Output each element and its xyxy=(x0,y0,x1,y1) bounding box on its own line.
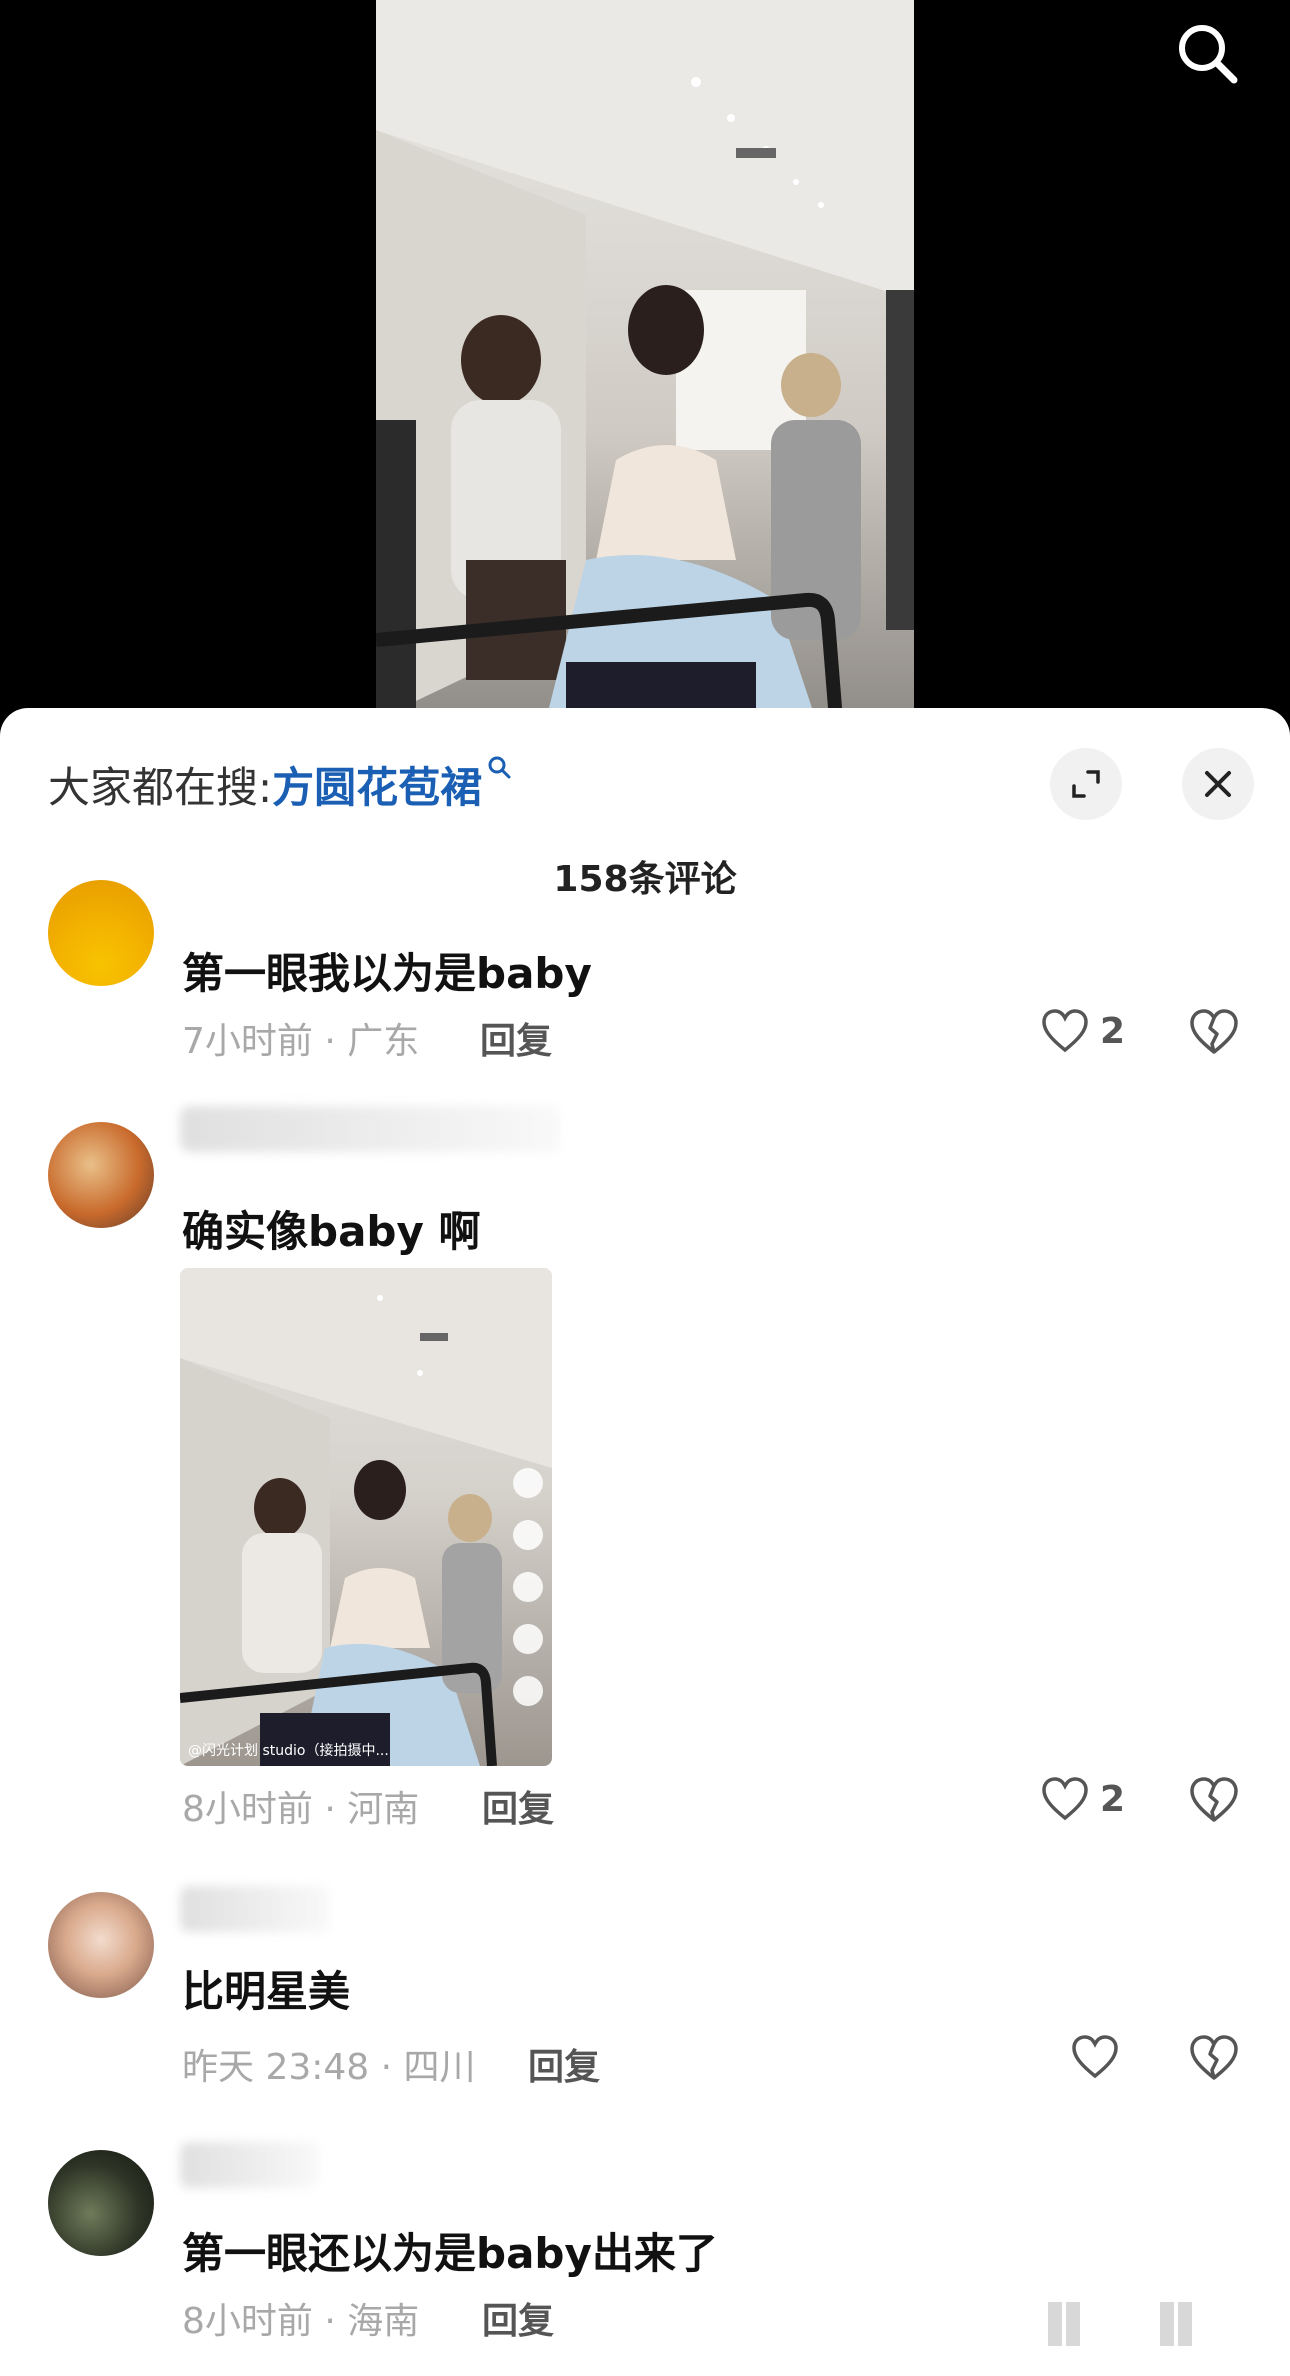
avatar-icon xyxy=(513,1468,543,1498)
reply-button[interactable]: 回复 xyxy=(482,1780,554,1832)
close-icon xyxy=(1205,771,1231,797)
comment-meta: 7小时前 · 广东 xyxy=(182,1021,420,1062)
broken-heart-icon[interactable] xyxy=(1188,1008,1240,1056)
like-count: 2 xyxy=(1100,1010,1126,1052)
watermark-logo xyxy=(1048,2302,1192,2346)
heart-icon xyxy=(1042,1777,1088,1821)
comment-sheet: 大家都在搜:方圆花苞裙 158条评论 第一眼我以为是baby 7小时前 · 广东… xyxy=(0,708,1290,2376)
comment-count: 158条评论 xyxy=(553,859,737,900)
like-button[interactable]: 2 xyxy=(1040,1008,1125,1054)
comment-icon xyxy=(513,1572,543,1602)
comment-image-scene xyxy=(180,1268,552,1766)
comment-text: 第一眼我以为是baby xyxy=(182,949,592,998)
expand-button[interactable] xyxy=(1050,748,1122,820)
heart-icon xyxy=(513,1520,543,1550)
search-suggestion-prefix: 大家都在搜: xyxy=(48,763,273,812)
video-scene-image xyxy=(376,0,914,720)
like-button[interactable]: 2 xyxy=(1040,1776,1125,1822)
reply-button[interactable]: 回复 xyxy=(480,1012,552,1064)
comment-meta: 8小时前 · 海南 xyxy=(182,2301,420,2342)
avatar[interactable] xyxy=(48,2150,154,2256)
video-player[interactable] xyxy=(0,0,1290,720)
avatar[interactable] xyxy=(48,880,154,986)
like-count: 2 xyxy=(1100,1778,1126,1820)
reply-button[interactable]: 回复 xyxy=(482,2292,554,2344)
video-frame[interactable] xyxy=(376,0,914,720)
thumb-action-bar xyxy=(508,1468,548,1728)
expand-icon xyxy=(1072,770,1100,798)
like-button[interactable] xyxy=(1070,2034,1120,2080)
close-button[interactable] xyxy=(1182,748,1254,820)
search-suggestion-keyword[interactable]: 方圆花苞裙 xyxy=(272,763,482,812)
comment-image[interactable]: @闪光计划 studio（接拍摄中... xyxy=(180,1268,552,1766)
reply-button[interactable]: 回复 xyxy=(528,2038,600,2090)
search-icon[interactable] xyxy=(1172,18,1242,88)
heart-icon xyxy=(1042,1009,1088,1053)
comment-meta: 昨天 23:48 · 四川 xyxy=(182,2047,476,2088)
avatar[interactable] xyxy=(48,1892,154,1998)
image-caption: @闪光计划 studio（接拍摄中... xyxy=(188,1743,389,1759)
username[interactable] xyxy=(180,1106,560,1152)
comment-text: 第一眼还以为是baby出来了 xyxy=(182,2229,718,2278)
heart-icon xyxy=(1072,2035,1118,2079)
avatar[interactable] xyxy=(48,1122,154,1228)
username[interactable] xyxy=(180,2142,320,2188)
search-suggestion[interactable]: 大家都在搜:方圆花苞裙 xyxy=(48,754,512,815)
comment-meta: 8小时前 · 河南 xyxy=(182,1789,420,1830)
share-icon xyxy=(513,1676,543,1706)
username[interactable] xyxy=(180,1886,330,1932)
broken-heart-icon[interactable] xyxy=(1188,2034,1240,2082)
search-icon xyxy=(488,756,511,779)
comment-text: 确实像baby 啊 xyxy=(182,1207,481,1256)
broken-heart-icon[interactable] xyxy=(1188,1776,1240,1824)
comment-text: 比明星美 xyxy=(182,1967,351,2016)
star-icon xyxy=(513,1624,543,1654)
